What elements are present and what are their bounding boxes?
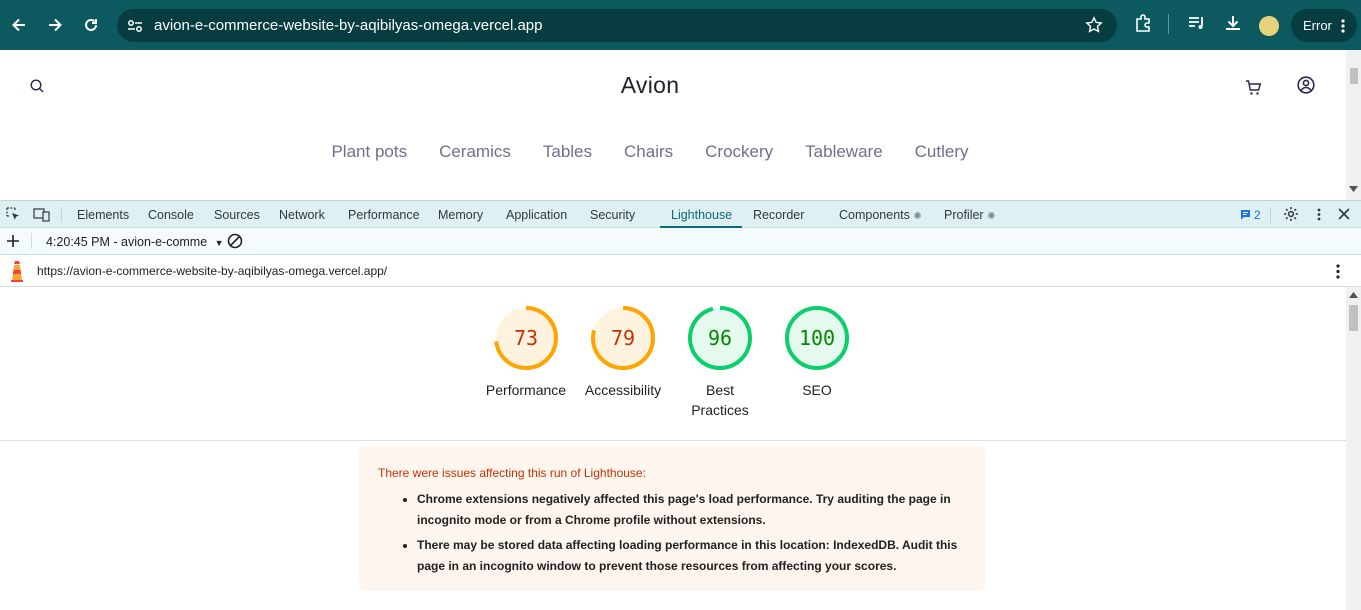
category-link[interactable]: Ceramics — [439, 142, 511, 162]
scroll-down-arrow-icon[interactable] — [1349, 186, 1358, 192]
downloads-icon[interactable] — [1223, 13, 1243, 38]
devtools-tab-bar: Elements Console Sources Network Perform… — [0, 200, 1361, 228]
report-url[interactable]: https://avion-e-commerce-website-by-aqib… — [37, 264, 387, 278]
report-menu-icon[interactable] — [1336, 264, 1340, 282]
profile-error-label: Error — [1303, 18, 1332, 33]
page-viewport: Avion Plant pots Ceramics Tables Chairs … — [0, 50, 1361, 200]
tab-recorder[interactable]: Recorder — [753, 208, 804, 222]
devtools-more-icon[interactable] — [1317, 208, 1321, 224]
report-scrollbar[interactable] — [1346, 287, 1361, 610]
toolbar-divider — [31, 233, 32, 249]
back-icon[interactable] — [7, 13, 31, 37]
profile-avatar[interactable] — [1259, 16, 1279, 36]
scroll-up-arrow-icon[interactable] — [1349, 292, 1358, 298]
score-label: SEO — [802, 382, 832, 398]
score-label: Best Practices — [691, 382, 749, 418]
issues-message-icon[interactable] — [1240, 209, 1251, 223]
warning-title: There were issues affecting this run of … — [378, 466, 646, 480]
page-scrollbar[interactable] — [1346, 50, 1361, 200]
issues-count[interactable]: 2 — [1254, 208, 1261, 222]
new-report-plus-icon[interactable] — [6, 234, 20, 251]
warning-item: There may be stored data affecting loadi… — [417, 535, 965, 576]
tab-profiler[interactable]: Profiler ✺ — [944, 208, 995, 222]
device-toolbar-icon[interactable] — [33, 207, 50, 225]
inspect-element-icon[interactable] — [6, 207, 21, 225]
category-link[interactable]: Tableware — [805, 142, 883, 162]
score-ring: 100 — [785, 306, 849, 370]
lighthouse-toolbar: 4:20:45 PM - avion-e-comme ▼ — [0, 228, 1361, 255]
reload-icon[interactable] — [79, 13, 103, 37]
forward-icon[interactable] — [43, 13, 67, 37]
tab-sources[interactable]: Sources — [214, 208, 260, 222]
url-text[interactable]: avion-e-commerce-website-by-aqibilyas-om… — [154, 17, 543, 34]
tab-divider — [61, 207, 62, 222]
tab-components[interactable]: Components ✺ — [839, 208, 922, 222]
category-link[interactable]: Crockery — [705, 142, 773, 162]
score-gauge[interactable]: 96 Best Practices — [670, 305, 770, 420]
bookmark-star-icon[interactable] — [1085, 16, 1103, 39]
report-selector-label: 4:20:45 PM - avion-e-comme — [46, 235, 208, 249]
report-url-bar: https://avion-e-commerce-website-by-aqib… — [0, 255, 1361, 287]
profile-error-button[interactable]: Error — [1291, 9, 1357, 42]
score-gauge[interactable]: 100 SEO — [767, 305, 867, 400]
category-link[interactable]: Plant pots — [331, 142, 407, 162]
score-value: 100 — [799, 326, 835, 350]
warning-list: Chrome extensions negatively affected th… — [417, 489, 965, 581]
tab-divider — [1270, 207, 1271, 223]
score-value: 96 — [708, 326, 732, 350]
page-scrollbar-thumb[interactable] — [1350, 68, 1358, 84]
media-controls-icon[interactable] — [1187, 13, 1207, 38]
settings-gear-icon[interactable] — [1283, 206, 1299, 225]
category-link[interactable]: Chairs — [624, 142, 673, 162]
tab-console[interactable]: Console — [148, 208, 194, 222]
address-bar[interactable]: avion-e-commerce-website-by-aqibilyas-om… — [117, 9, 1117, 42]
extensions-icon[interactable] — [1133, 13, 1153, 38]
dropdown-arrow-icon: ▼ — [214, 238, 224, 248]
tab-application[interactable]: Application — [506, 208, 567, 222]
run-warnings-box: There were issues affecting this run of … — [359, 446, 985, 591]
score-gauge[interactable]: 79 Accessibility — [573, 305, 673, 400]
score-ring: 96 — [688, 306, 752, 370]
clear-reports-icon[interactable] — [227, 233, 243, 252]
category-link[interactable]: Tables — [543, 142, 592, 162]
warning-item: Chrome extensions negatively affected th… — [417, 489, 965, 530]
score-ring: 79 — [591, 306, 655, 370]
score-value: 79 — [611, 326, 635, 350]
score-label: Performance — [485, 382, 567, 398]
tab-elements[interactable]: Elements — [77, 208, 129, 222]
tab-memory[interactable]: Memory — [438, 208, 483, 222]
browser-menu-icon[interactable] — [1341, 19, 1345, 33]
react-icon: ✺ — [913, 211, 922, 222]
lighthouse-logo-icon — [9, 260, 25, 285]
close-devtools-icon[interactable] — [1338, 208, 1350, 223]
user-account-icon[interactable] — [1297, 76, 1315, 99]
score-label: Accessibility — [584, 382, 662, 398]
tab-security[interactable]: Security — [590, 208, 635, 222]
tab-components-label: Components — [839, 208, 910, 222]
site-logo[interactable]: Avion — [0, 72, 1300, 99]
category-link[interactable]: Cutlery — [915, 142, 969, 162]
react-icon: ✺ — [987, 211, 996, 222]
tab-performance[interactable]: Performance — [348, 208, 420, 222]
report-selector[interactable]: 4:20:45 PM - avion-e-comme ▼ — [46, 235, 224, 249]
toolbar-divider — [1168, 14, 1169, 34]
score-gauge[interactable]: 73 Performance — [476, 305, 576, 400]
category-nav: Plant pots Ceramics Tables Chairs Crocke… — [0, 142, 1300, 162]
lighthouse-report: 73 Performance 79 Accessibility 96 Best Pract… — [0, 287, 1346, 610]
score-value: 73 — [514, 326, 538, 350]
cart-icon[interactable] — [1245, 79, 1262, 101]
score-ring: 73 — [494, 306, 558, 370]
site-settings-icon[interactable] — [126, 17, 144, 40]
tab-lighthouse[interactable]: Lighthouse — [671, 208, 732, 222]
browser-toolbar: avion-e-commerce-website-by-aqibilyas-om… — [0, 0, 1361, 50]
report-scrollbar-thumb[interactable] — [1349, 305, 1358, 331]
tab-profiler-label: Profiler — [944, 208, 984, 222]
tab-network[interactable]: Network — [279, 208, 325, 222]
report-divider — [0, 440, 1346, 441]
